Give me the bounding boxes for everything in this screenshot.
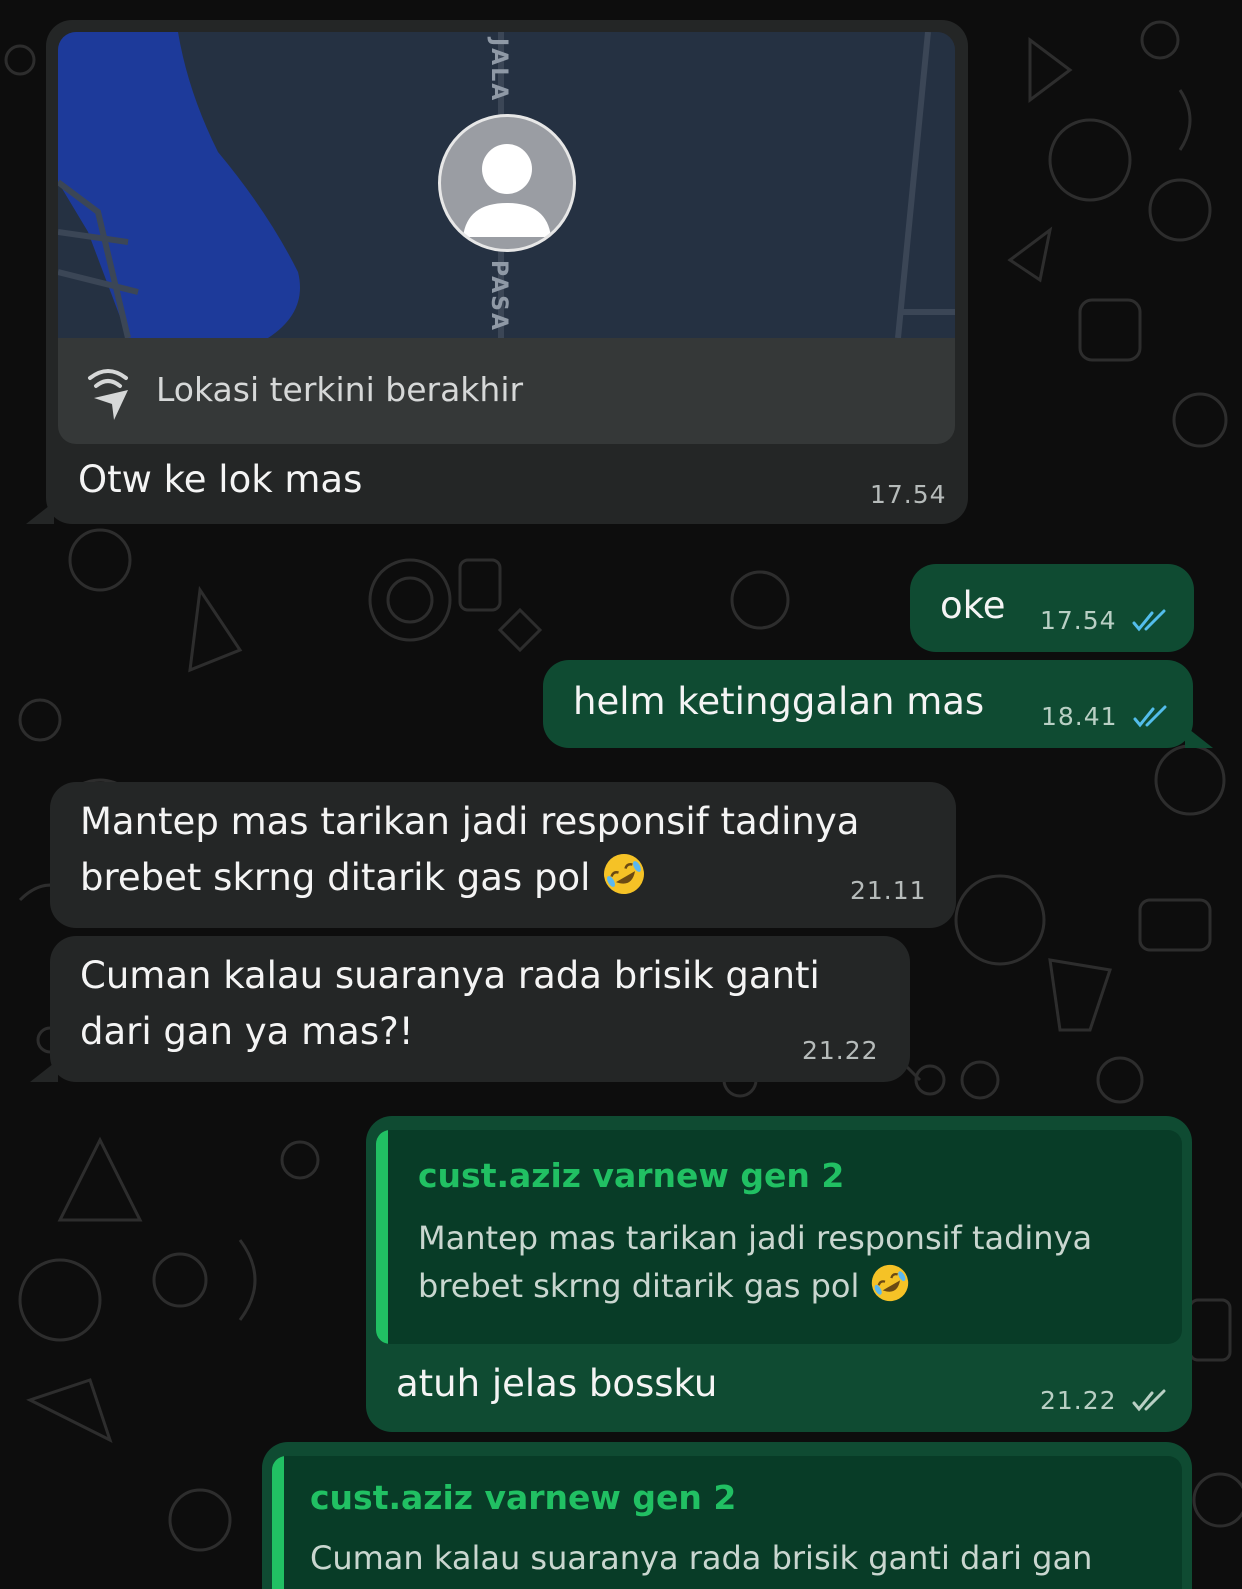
message-line: brebet skrng ditarik gas pol xyxy=(80,856,591,899)
quote-author: cust.aziz varnew gen 2 xyxy=(418,1156,845,1195)
quote-author: cust.aziz varnew gen 2 xyxy=(310,1478,737,1517)
live-location-status: Lokasi terkini berakhir xyxy=(58,338,955,444)
live-location-map[interactable]: JALA PASA xyxy=(58,32,955,338)
quote-line: Mantep mas tarikan jadi responsif tadiny… xyxy=(418,1219,1093,1257)
message-text: helm ketinggalan mas xyxy=(573,680,985,723)
message-time: 21.11 xyxy=(850,876,927,905)
read-ticks-icon xyxy=(1132,609,1166,632)
message-line: Mantep mas tarikan jadi responsif tadiny… xyxy=(80,800,860,843)
location-message-bubble[interactable]: JALA PASA Lokasi terkini berakhir Otw ke… xyxy=(26,20,968,524)
message-line-with-emoji: brebet skrng ditarik gas pol xyxy=(80,850,859,906)
incoming-message-bubble[interactable]: Cuman kalau suaranya rada brisik ganti d… xyxy=(30,936,910,1082)
message-time-status: 18.41 xyxy=(1041,702,1171,731)
live-location-status-text: Lokasi terkini berakhir xyxy=(156,370,524,409)
outgoing-message-bubble[interactable]: oke 17.54 xyxy=(910,564,1194,652)
default-avatar-icon xyxy=(463,144,551,237)
quote-line-with-emoji: brebet skrng ditarik gas pol xyxy=(418,1262,1092,1310)
message-text: Cuman kalau suaranya rada brisik ganti d… xyxy=(80,948,820,1060)
message-line: dari gan ya mas?! xyxy=(80,1010,414,1053)
message-line: Cuman kalau suaranya rada brisik ganti xyxy=(80,954,820,997)
quote-text: Mantep mas tarikan jadi responsif tadiny… xyxy=(418,1214,1092,1310)
message-text: oke xyxy=(940,584,1006,627)
incoming-message-bubble[interactable]: Mantep mas tarikan jadi responsif tadiny… xyxy=(50,782,956,928)
rolling-laughing-emoji-icon xyxy=(871,1264,908,1302)
message-text: atuh jelas bossku xyxy=(396,1362,718,1405)
read-ticks-icon xyxy=(1133,705,1167,728)
outgoing-reply-bubble[interactable]: cust.aziz varnew gen 2 Cuman kalau suara… xyxy=(262,1442,1192,1589)
live-location-icon xyxy=(88,369,128,420)
message-time-status: 17.54 xyxy=(1040,606,1170,635)
quote-accent-bar xyxy=(376,1130,388,1344)
chat-conversation[interactable]: JALA PASA Lokasi terkini berakhir Otw ke… xyxy=(0,0,1242,1589)
message-time: 17.54 xyxy=(1040,606,1117,635)
bubble-tail xyxy=(30,1060,58,1082)
outgoing-message-bubble[interactable]: helm ketinggalan mas 18.41 xyxy=(543,660,1213,748)
quoted-message[interactable]: cust.aziz varnew gen 2 Cuman kalau suara… xyxy=(272,1456,1182,1589)
map-road-label-bottom: PASA xyxy=(486,260,511,333)
map-road-label-top: JALA xyxy=(486,38,511,103)
message-text: Mantep mas tarikan jadi responsif tadiny… xyxy=(80,794,859,906)
message-text: Otw ke lok mas xyxy=(78,458,363,501)
bubble-tail xyxy=(26,502,54,524)
delivered-ticks-icon xyxy=(1132,1389,1166,1412)
quote-line: brebet skrng ditarik gas pol xyxy=(418,1267,860,1305)
quote-accent-bar xyxy=(272,1456,284,1589)
message-time: 21.22 xyxy=(802,1036,879,1065)
rolling-laughing-emoji-icon xyxy=(604,854,645,894)
outgoing-reply-bubble[interactable]: cust.aziz varnew gen 2 Mantep mas tarika… xyxy=(366,1116,1192,1432)
quote-line: Cuman kalau suaranya rada brisik ganti d… xyxy=(310,1539,1093,1577)
avatar[interactable] xyxy=(438,114,576,252)
message-time-status: 21.22 xyxy=(1040,1386,1170,1415)
message-time: 17.54 xyxy=(870,480,947,509)
quoted-message[interactable]: cust.aziz varnew gen 2 Mantep mas tarika… xyxy=(376,1130,1182,1344)
message-time: 18.41 xyxy=(1041,702,1118,731)
bubble-tail xyxy=(1185,726,1213,748)
message-time: 21.22 xyxy=(1040,1386,1117,1415)
